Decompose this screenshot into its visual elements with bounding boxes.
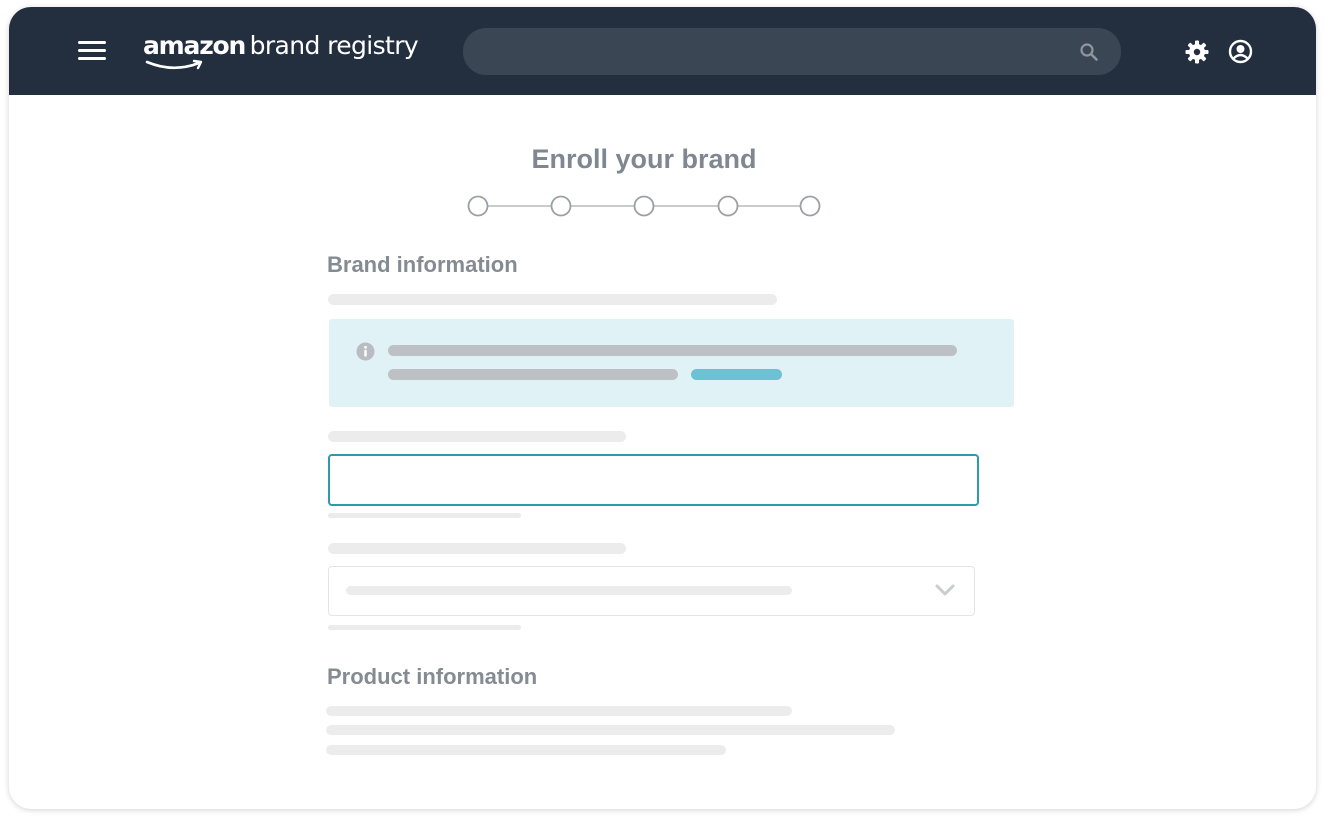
- select-label-placeholder: [328, 543, 626, 554]
- dropdown-value-placeholder: [346, 586, 792, 595]
- step-5-icon: [799, 195, 821, 217]
- product-text-line: [326, 725, 895, 735]
- info-icon: [356, 342, 375, 361]
- brand-name-input[interactable]: [328, 454, 979, 506]
- product-text-line: [326, 745, 726, 755]
- info-alert: [329, 319, 1014, 407]
- step-2-icon: [550, 195, 572, 217]
- alert-link[interactable]: [691, 369, 782, 380]
- alert-text-line: [388, 369, 678, 380]
- search-input[interactable]: [463, 28, 1121, 75]
- gear-icon[interactable]: [1185, 40, 1209, 64]
- brand-information-heading: Brand information: [327, 252, 518, 277]
- chevron-down-icon[interactable]: [934, 583, 956, 597]
- app-window: amazon brand registry Enroll your brand …: [9, 7, 1316, 809]
- logo-secondary: brand registry: [249, 31, 419, 60]
- alert-text-line: [388, 345, 957, 356]
- brand-description-placeholder: [328, 294, 777, 305]
- step-1-icon: [467, 195, 489, 217]
- step-3-icon: [633, 195, 655, 217]
- menu-icon[interactable]: [78, 40, 108, 62]
- field-label-placeholder: [328, 431, 626, 442]
- step-progress-indicator: [467, 195, 821, 217]
- page-title: Enroll your brand: [531, 144, 757, 174]
- product-text-line: [326, 706, 792, 716]
- amazon-brand-registry-logo[interactable]: amazon brand registry: [143, 31, 419, 77]
- search-icon[interactable]: [1079, 42, 1099, 62]
- user-icon[interactable]: [1228, 39, 1253, 64]
- step-4-icon: [717, 195, 739, 217]
- field-hint-placeholder: [328, 513, 521, 518]
- logo-primary: amazon: [143, 31, 246, 60]
- product-information-heading: Product information: [327, 664, 538, 689]
- top-navigation-bar: amazon brand registry: [9, 7, 1316, 95]
- smile-arrow-icon: [145, 59, 203, 70]
- select-hint-placeholder: [328, 625, 521, 630]
